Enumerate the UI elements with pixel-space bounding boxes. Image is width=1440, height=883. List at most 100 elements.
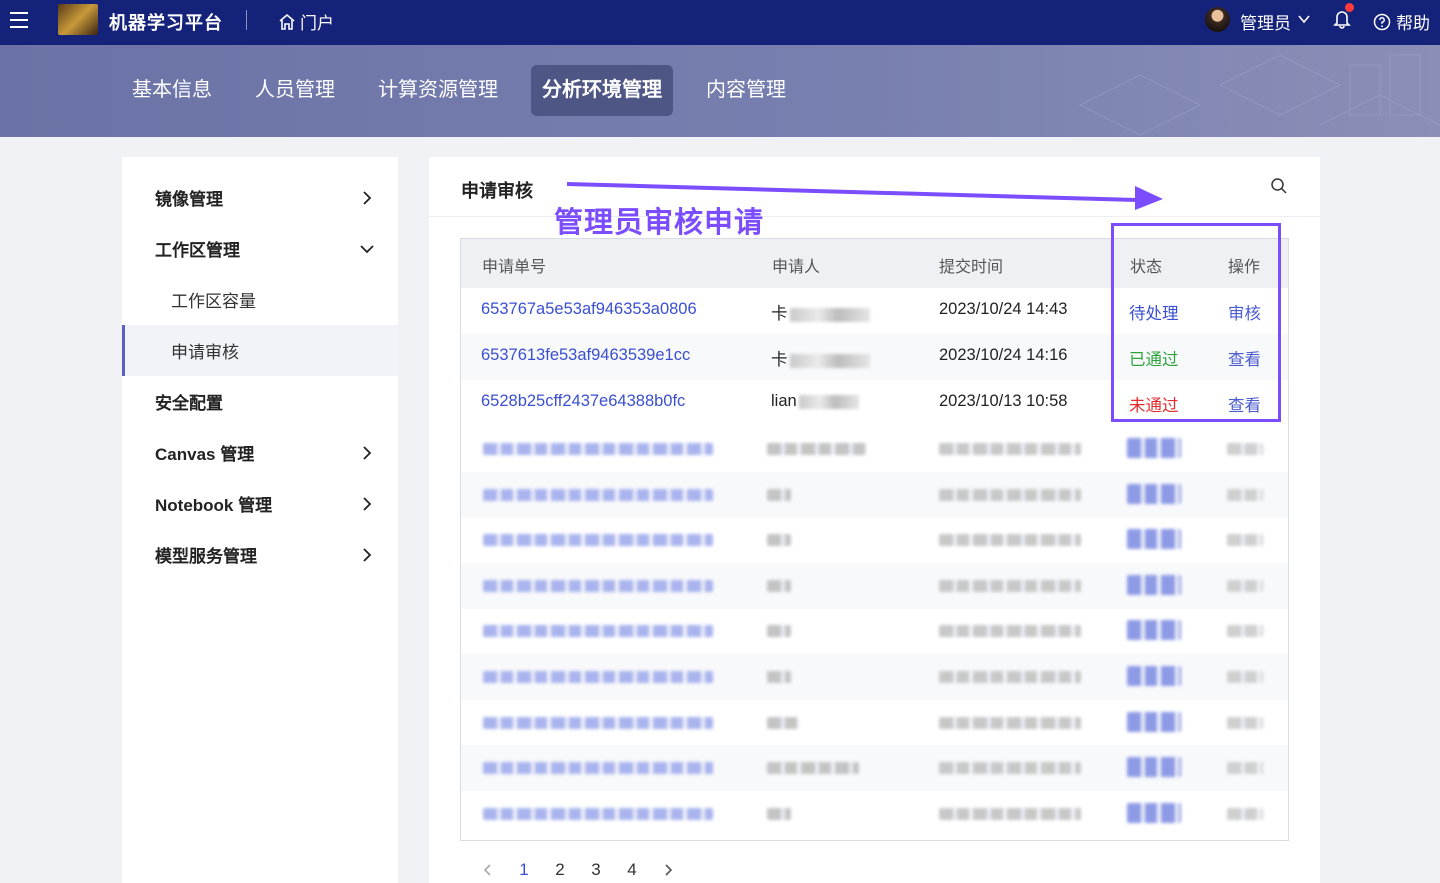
- redacted-cell: [767, 625, 791, 638]
- bell-icon[interactable]: [1333, 9, 1351, 29]
- chevron-left-icon[interactable]: [481, 863, 495, 877]
- redacted-cell: [483, 625, 713, 638]
- chevron-right-icon: [363, 496, 372, 511]
- user-menu-label[interactable]: 管理员: [1240, 9, 1291, 34]
- application-id-link[interactable]: 653767a5e53af946353a0806: [481, 300, 697, 319]
- redacted-cell: [1127, 802, 1181, 823]
- submit-time: 2023/10/24 14:16: [939, 346, 1068, 364]
- redacted-cell: [1127, 666, 1181, 686]
- redacted-cell: [483, 762, 713, 775]
- redacted-cell: [939, 534, 1081, 547]
- applicant-cell: 卡: [771, 300, 870, 324]
- column-header-time: 提交时间: [939, 259, 1004, 276]
- page-button[interactable]: 3: [578, 860, 614, 880]
- redacted-cell: [483, 807, 713, 820]
- column-header-id: 申请单号: [482, 259, 547, 276]
- sidebar-item-label: 安全配置: [155, 394, 223, 413]
- application-id-link[interactable]: 6528b25cff2437e64388b0fc: [481, 392, 685, 411]
- pagination: 1 2 3 4: [470, 860, 686, 880]
- portal-link[interactable]: 门户: [278, 9, 334, 34]
- sidebar-item-label: 工作区管理: [155, 241, 240, 260]
- redacted-cell: [939, 807, 1081, 820]
- applicant-cell: lian: [771, 392, 859, 411]
- page-button[interactable]: 1: [506, 860, 542, 880]
- redacted-cell: [1127, 711, 1181, 732]
- redacted-cell: [483, 488, 713, 501]
- applicant-name: lian: [771, 392, 797, 410]
- chevron-down-icon[interactable]: [1298, 13, 1310, 25]
- redacted-cell: [1127, 757, 1181, 778]
- menu-icon[interactable]: [10, 12, 28, 28]
- page-button[interactable]: 4: [614, 860, 650, 880]
- sidebar-item-application-review[interactable]: 申请审核: [122, 325, 398, 376]
- table-row: [461, 745, 1288, 792]
- redacted-cell: [939, 671, 1081, 683]
- sidebar-item-workspace[interactable]: 工作区管理: [122, 223, 398, 274]
- sidebar-item-canvas[interactable]: Canvas 管理: [122, 427, 398, 478]
- sidebar-item-label: 申请审核: [171, 343, 239, 362]
- applicant-name: 卡: [771, 351, 788, 369]
- sidebar-item-images[interactable]: 镜像管理: [122, 172, 398, 223]
- redacted-cell: [1127, 574, 1181, 595]
- submit-time: 2023/10/13 10:58: [939, 392, 1068, 410]
- redacted-cell: [483, 671, 713, 683]
- table-row: [461, 700, 1288, 746]
- chevron-right-icon[interactable]: [661, 863, 675, 877]
- sidebar-item-workspace-capacity[interactable]: 工作区容量: [122, 274, 398, 325]
- redacted-cell: [1227, 443, 1263, 455]
- column-header-applicant: 申请人: [772, 259, 821, 276]
- tab-compute[interactable]: 计算资源管理: [367, 65, 509, 116]
- chevron-right-icon: [363, 547, 372, 562]
- sidebar-item-security[interactable]: 安全配置: [122, 376, 398, 427]
- redacted-cell: [939, 443, 1081, 455]
- redacted-cell: [767, 716, 799, 729]
- tab-analysis-env[interactable]: 分析环境管理: [531, 65, 673, 116]
- redacted-name: [789, 307, 870, 322]
- redacted-cell: [1227, 488, 1263, 501]
- redacted-cell: [1227, 762, 1263, 775]
- redacted-cell: [1127, 438, 1181, 458]
- redacted-cell: [939, 762, 1081, 775]
- sidebar-item-label: Notebook 管理: [155, 496, 273, 515]
- app-logo: [58, 4, 98, 35]
- chevron-down-icon: [360, 244, 374, 253]
- redacted-cell: [1227, 671, 1263, 683]
- sidebar-item-label: 镜像管理: [155, 190, 223, 209]
- table-row: [461, 562, 1288, 609]
- sidebar-item-label: Canvas 管理: [155, 445, 255, 464]
- page-button[interactable]: 2: [542, 860, 578, 880]
- redacted-cell: [767, 579, 791, 592]
- redacted-name: [789, 353, 870, 368]
- redacted-cell: [939, 579, 1081, 592]
- chevron-right-icon: [363, 445, 372, 460]
- module-nav: 基本信息 人员管理 计算资源管理 分析环境管理 内容管理: [0, 45, 1440, 137]
- avatar[interactable]: [1205, 7, 1230, 32]
- help-label: 帮助: [1396, 14, 1430, 33]
- redacted-name: [798, 394, 859, 409]
- redacted-cell: [483, 716, 713, 729]
- redacted-cell: [767, 488, 791, 501]
- redacted-cell: [767, 762, 859, 775]
- redacted-cell: [939, 488, 1081, 501]
- help-icon: [1373, 13, 1391, 30]
- redacted-cell: [767, 534, 791, 547]
- decorative-graphic: [1078, 45, 1440, 136]
- sidebar-item-label: 模型服务管理: [155, 547, 257, 566]
- search-icon[interactable]: [1270, 177, 1288, 195]
- application-id-link[interactable]: 6537613fe53af9463539e1cc: [481, 346, 690, 365]
- top-bar: 机器学习平台 门户 管理员 帮助: [0, 0, 1440, 45]
- page-title: 申请审核: [461, 181, 533, 201]
- redacted-cell: [1127, 620, 1181, 641]
- table-row: [461, 517, 1288, 563]
- sidebar: 镜像管理 工作区管理 工作区容量 申请审核 安全配置 Canvas 管理 Not…: [122, 157, 398, 883]
- sidebar-item-model-service[interactable]: 模型服务管理: [122, 529, 398, 580]
- table-row: [461, 791, 1288, 837]
- home-icon: [279, 13, 295, 30]
- sidebar-item-notebook[interactable]: Notebook 管理: [122, 478, 398, 529]
- tab-people[interactable]: 人员管理: [244, 65, 346, 116]
- tab-content[interactable]: 内容管理: [695, 65, 797, 116]
- tab-basic-info[interactable]: 基本信息: [121, 65, 223, 116]
- redacted-cell: [939, 716, 1081, 729]
- applicant-name: 卡: [771, 305, 788, 323]
- help-link[interactable]: 帮助: [1373, 9, 1430, 34]
